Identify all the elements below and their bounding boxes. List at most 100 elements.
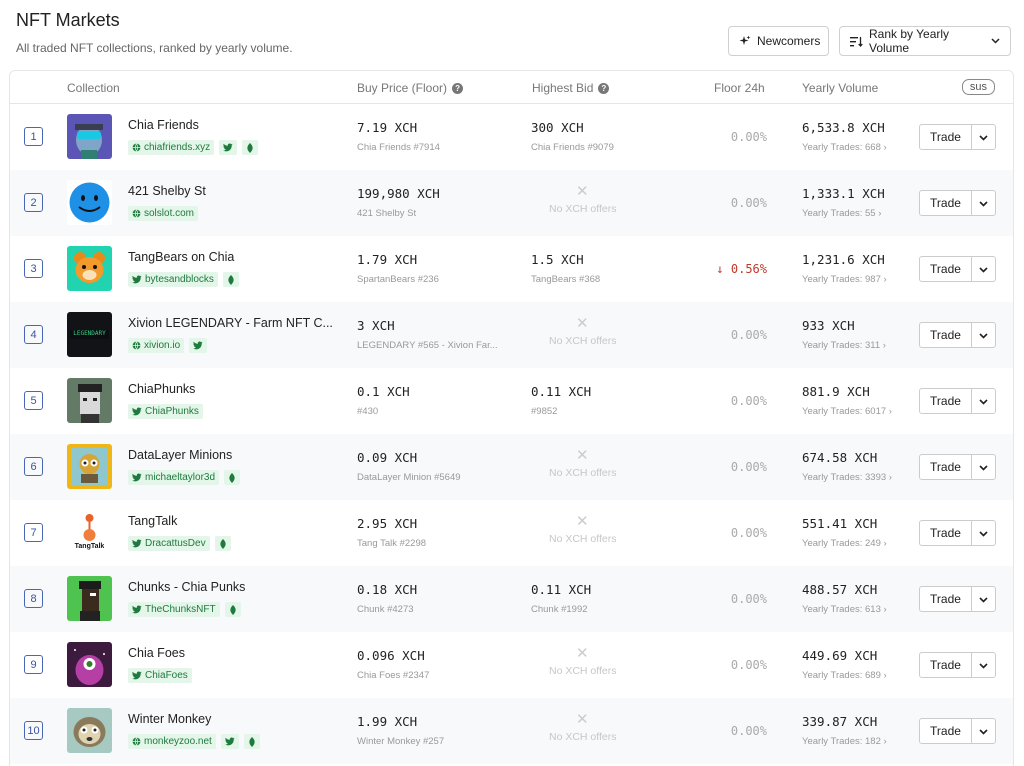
collection-thumbnail[interactable] <box>67 576 112 621</box>
highest-bid[interactable]: 1.5 XCH <box>531 252 584 267</box>
website-link[interactable]: monkeyzoo.net <box>128 734 216 749</box>
collection-thumbnail[interactable] <box>67 180 112 225</box>
highest-bid[interactable]: 0.11 XCH <box>531 582 591 597</box>
twitter-link[interactable] <box>219 140 238 155</box>
collection-name[interactable]: Chia Friends <box>128 118 199 132</box>
trade-button[interactable]: Trade <box>920 521 972 545</box>
col-buy-price[interactable]: Buy Price (Floor)? <box>357 81 464 95</box>
trade-button[interactable]: Trade <box>920 389 972 413</box>
collection-thumbnail[interactable] <box>67 708 112 753</box>
trade-dropdown-toggle[interactable] <box>972 323 995 347</box>
collection-name[interactable]: Chia Foes <box>128 646 185 660</box>
table-row[interactable]: 9 Chia Foes ChiaFoes 0.096 XCH Chia Foes #23… <box>10 632 1013 698</box>
yearly-trades-link[interactable]: Yearly Trades: 3393 › <box>802 472 892 483</box>
table-row[interactable]: 6 DataLayer Minions michaeltaylor3d 0.09 XC… <box>10 434 1013 500</box>
floor-price[interactable]: 0.096 XCH <box>357 648 425 663</box>
website-link[interactable]: xivion.io <box>128 338 185 353</box>
chia-link[interactable] <box>214 536 231 551</box>
twitter-link[interactable]: bytesandblocks <box>128 272 218 287</box>
yearly-trades-link[interactable]: Yearly Trades: 311 › <box>802 340 886 351</box>
collection-name[interactable]: Winter Monkey <box>128 712 211 726</box>
floor-price[interactable]: 0.18 XCH <box>357 582 417 597</box>
yearly-trades-link[interactable]: Yearly Trades: 613 › <box>802 604 887 615</box>
sus-toggle[interactable]: sus <box>961 79 995 95</box>
trade-button[interactable]: Trade <box>920 323 972 347</box>
collection-thumbnail[interactable] <box>67 114 112 159</box>
help-icon[interactable]: ? <box>452 82 464 94</box>
floor-price[interactable]: 0.09 XCH <box>357 450 417 465</box>
chia-link[interactable] <box>222 272 239 287</box>
floor-price[interactable]: 3 XCH <box>357 318 395 333</box>
chia-link[interactable] <box>224 470 241 485</box>
collection-name[interactable]: TangTalk <box>128 514 177 528</box>
table-row[interactable]: 1 Chia Friends chiafriends.xyz 7.19 XCH Chia… <box>10 104 1013 170</box>
collection-thumbnail[interactable]: TangTalk <box>67 510 112 555</box>
collection-name[interactable]: 421 Shelby St <box>128 184 206 198</box>
trade-button[interactable]: Trade <box>920 257 972 281</box>
collection-thumbnail[interactable]: LEGENDARY <box>67 312 112 357</box>
chia-link[interactable] <box>243 734 260 749</box>
table-row[interactable]: 4 LEGENDARY Xivion LEGENDARY - Farm NFT C.… <box>10 302 1013 368</box>
twitter-link[interactable]: TheChunksNFT <box>128 602 220 617</box>
chia-link[interactable] <box>224 602 241 617</box>
yearly-trades-link[interactable]: Yearly Trades: 182 › <box>802 736 887 747</box>
table-row[interactable]: 2 421 Shelby St solslot.com 199,980 XCH 421 … <box>10 170 1013 236</box>
collection-name[interactable]: DataLayer Minions <box>128 448 232 462</box>
help-icon[interactable]: ? <box>598 82 610 94</box>
trade-dropdown-toggle[interactable] <box>972 389 995 413</box>
trade-dropdown-toggle[interactable] <box>972 587 995 611</box>
trade-button[interactable]: Trade <box>920 191 972 215</box>
twitter-link[interactable] <box>220 734 239 749</box>
twitter-link[interactable] <box>189 338 208 353</box>
highest-bid[interactable]: 0.11 XCH <box>531 384 591 399</box>
col-yearly-volume[interactable]: Yearly Volume <box>802 81 878 95</box>
table-row[interactable]: 8 Chunks - Chia Punks TheChunksNFT 0.18 XCH… <box>10 566 1013 632</box>
trade-dropdown-toggle[interactable] <box>972 257 995 281</box>
collection-name[interactable]: ChiaPhunks <box>128 382 195 396</box>
collection-name[interactable]: TangBears on Chia <box>128 250 234 264</box>
trade-dropdown-toggle[interactable] <box>972 521 995 545</box>
trade-dropdown-toggle[interactable] <box>972 125 995 149</box>
collection-thumbnail[interactable] <box>67 246 112 291</box>
trade-button[interactable]: Trade <box>920 125 972 149</box>
chia-link[interactable] <box>242 140 259 155</box>
collection-name[interactable]: Xivion LEGENDARY - Farm NFT C... <box>128 316 333 330</box>
yearly-trades-link[interactable]: Yearly Trades: 668 › <box>802 142 887 153</box>
trade-button[interactable]: Trade <box>920 719 972 743</box>
trade-button[interactable]: Trade <box>920 587 972 611</box>
twitter-link[interactable]: DracattusDev <box>128 536 210 551</box>
trade-dropdown-toggle[interactable] <box>972 653 995 677</box>
rank-by-dropdown[interactable]: Rank by Yearly Volume <box>839 26 1011 56</box>
floor-price[interactable]: 2.95 XCH <box>357 516 417 531</box>
website-link[interactable]: solslot.com <box>128 206 199 221</box>
floor-price[interactable]: 1.79 XCH <box>357 252 417 267</box>
collection-thumbnail[interactable] <box>67 444 112 489</box>
collection-name[interactable]: Chunks - Chia Punks <box>128 580 245 594</box>
twitter-link[interactable]: ChiaPhunks <box>128 404 203 419</box>
col-highest-bid[interactable]: Highest Bid? <box>532 81 610 95</box>
twitter-link[interactable]: ChiaFoes <box>128 668 192 683</box>
trade-button[interactable]: Trade <box>920 653 972 677</box>
highest-bid[interactable]: 300 XCH <box>531 120 584 135</box>
yearly-trades-link[interactable]: Yearly Trades: 689 › <box>802 670 887 681</box>
website-link[interactable]: chiafriends.xyz <box>128 140 215 155</box>
yearly-trades-link[interactable]: Yearly Trades: 55 › <box>802 208 881 219</box>
twitter-link[interactable]: michaeltaylor3d <box>128 470 220 485</box>
floor-price[interactable]: 199,980 XCH <box>357 186 440 201</box>
table-row[interactable]: 3 TangBears on Chia bytesandblocks 1.79 XCH… <box>10 236 1013 302</box>
table-row[interactable]: 5 ChiaPhunks ChiaPhunks 0.1 XCH #430 0.11 XCH… <box>10 368 1013 434</box>
floor-price[interactable]: 1.99 XCH <box>357 714 417 729</box>
table-row[interactable]: 10 Winter Monkey monkeyzoo.net 1.99 XCH Wint… <box>10 698 1013 764</box>
collection-thumbnail[interactable] <box>67 642 112 687</box>
col-collection[interactable]: Collection <box>67 81 120 95</box>
trade-button[interactable]: Trade <box>920 455 972 479</box>
yearly-trades-link[interactable]: Yearly Trades: 249 › <box>802 538 887 549</box>
trade-dropdown-toggle[interactable] <box>972 719 995 743</box>
yearly-trades-link[interactable]: Yearly Trades: 6017 › <box>802 406 892 417</box>
table-row[interactable]: 7 TangTalk TangTalk DracattusDev 2.95 XCH Tan… <box>10 500 1013 566</box>
trade-dropdown-toggle[interactable] <box>972 455 995 479</box>
col-floor-24h[interactable]: Floor 24h <box>714 81 765 95</box>
floor-price[interactable]: 0.1 XCH <box>357 384 410 399</box>
floor-price[interactable]: 7.19 XCH <box>357 120 417 135</box>
newcomers-button[interactable]: Newcomers <box>728 26 829 56</box>
